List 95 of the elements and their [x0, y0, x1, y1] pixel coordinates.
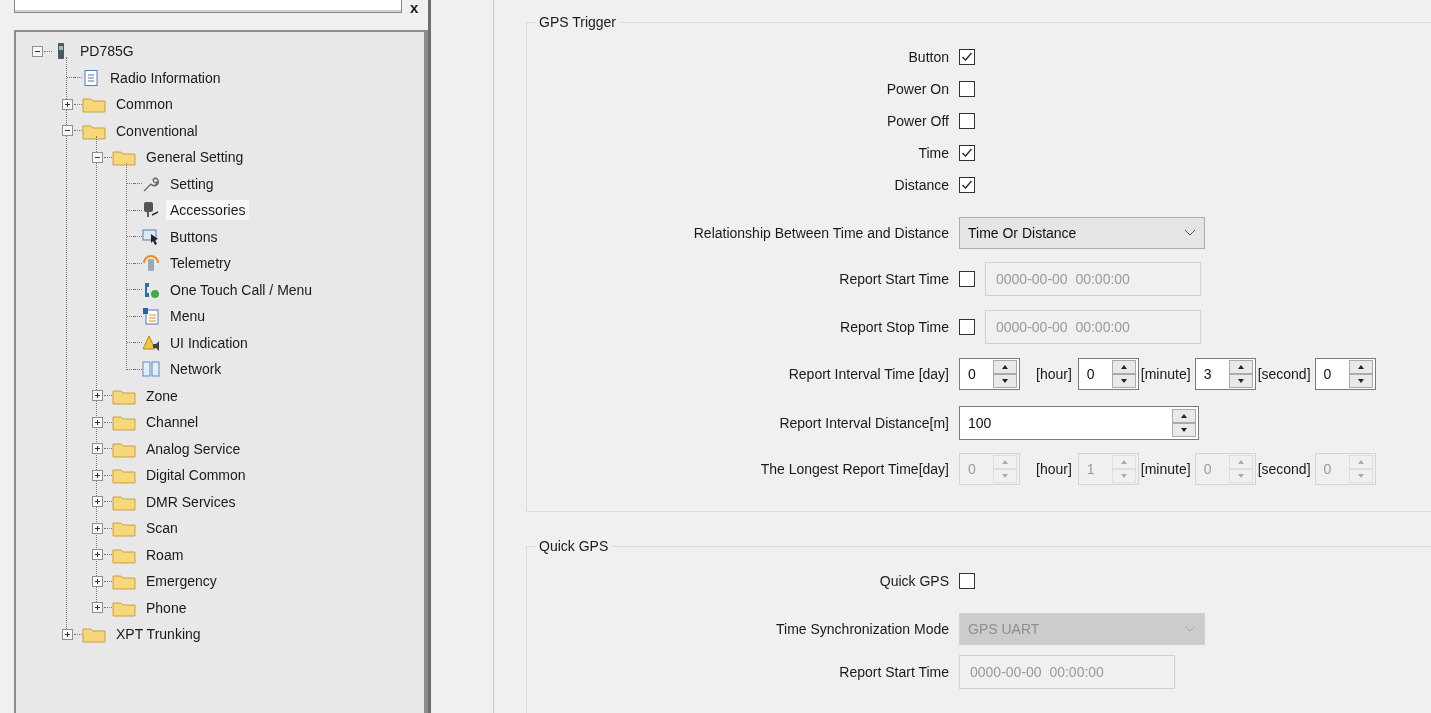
tree-item[interactable]: Scan	[142, 518, 182, 539]
chevron-icon	[1184, 625, 1196, 633]
tree-item[interactable]: Phone	[142, 597, 191, 618]
microphone-icon	[142, 201, 160, 220]
tree-item[interactable]: Network	[166, 359, 226, 380]
expand-toggle[interactable]	[91, 496, 103, 508]
tree-item[interactable]: Emergency	[142, 571, 221, 592]
checkbox[interactable]	[959, 81, 975, 97]
tree-item[interactable]: Zone	[142, 385, 182, 406]
expand-toggle[interactable]	[91, 469, 103, 481]
tree-item[interactable]: Conventional	[112, 120, 202, 141]
folder-icon	[112, 519, 136, 538]
unit-label: [hour]	[1036, 366, 1072, 382]
field-label: Report Stop Time	[839, 319, 950, 335]
spin-arrows[interactable]	[1111, 360, 1136, 388]
folder-icon	[112, 466, 136, 485]
tree-item[interactable]: Radio Information	[106, 67, 225, 88]
field-label: Quick GPS	[878, 573, 950, 589]
expand-toggle[interactable]	[91, 443, 103, 455]
field-label: Relationship Between Time and Distance	[692, 225, 950, 241]
field-label: Report Start Time	[838, 664, 950, 680]
tree-item[interactable]: Setting	[166, 173, 218, 194]
checkbox[interactable]	[959, 573, 975, 589]
number-spinner[interactable]: 100	[959, 406, 1199, 440]
field-label: Power Off	[886, 113, 950, 129]
cursor-icon	[142, 227, 160, 246]
number-spinner[interactable]: 3	[1194, 358, 1256, 390]
warning-icon	[142, 333, 160, 352]
tree-item[interactable]: Accessories	[166, 200, 250, 221]
checkbox[interactable]	[959, 49, 975, 65]
field-label: Distance	[893, 177, 950, 193]
group-title: GPS Trigger	[535, 14, 621, 30]
spin-arrows[interactable]	[1348, 360, 1373, 388]
dropdown[interactable]: Time Or Distance	[959, 217, 1205, 249]
field-label: Report Start Time	[838, 271, 950, 287]
field-label: Time	[917, 145, 950, 161]
folder-icon	[112, 572, 136, 591]
expand-toggle[interactable]	[91, 549, 103, 561]
checkbox[interactable]	[959, 177, 975, 193]
tree-item[interactable]: UI Indication	[166, 332, 252, 353]
number-spinner[interactable]: 0	[1077, 358, 1139, 390]
filter-field[interactable]	[14, 0, 402, 13]
unit-label: [second]	[1257, 366, 1311, 382]
tree-item[interactable]: DMR Services	[142, 491, 240, 512]
checkbox[interactable]	[959, 145, 975, 161]
tree-item[interactable]: Channel	[142, 412, 203, 433]
field-label: Time Synchronization Mode	[775, 621, 950, 637]
close-button[interactable]: x	[410, 2, 419, 14]
field-label: The Longest Report Time[day]	[759, 461, 950, 477]
folder-icon	[82, 95, 106, 114]
spin-arrows[interactable]	[993, 360, 1017, 388]
tree-item[interactable]: Buttons	[166, 226, 222, 247]
folder-icon	[82, 625, 106, 644]
menu-icon	[142, 307, 160, 326]
tree-item[interactable]: Menu	[166, 306, 210, 327]
expand-toggle[interactable]	[91, 522, 103, 534]
folder-icon	[112, 413, 136, 432]
field-label: Button	[907, 49, 950, 65]
tree-item[interactable]: Digital Common	[142, 465, 250, 486]
tree-item[interactable]: Common	[112, 94, 177, 115]
tree-item[interactable]: General Setting	[142, 147, 248, 168]
tree-item[interactable]: Roam	[142, 544, 188, 565]
field-label: Report Interval Distance[m]	[778, 415, 950, 431]
chevron-icon	[1184, 229, 1196, 237]
spin-arrows[interactable]	[1228, 360, 1253, 388]
tree-item[interactable]: One Touch Call / Menu	[166, 279, 317, 300]
tree-item[interactable]: XPT Trunking	[112, 624, 205, 645]
field-label: Power On	[885, 81, 950, 97]
unit-label: [hour]	[1036, 461, 1072, 477]
spin-arrows[interactable]	[1172, 409, 1196, 437]
phone-icon	[142, 280, 160, 299]
expand-toggle[interactable]	[91, 575, 103, 587]
expand-toggle[interactable]	[91, 602, 103, 614]
telemetry-icon	[142, 254, 160, 273]
unit-label: [minute]	[1140, 366, 1191, 382]
expand-toggle[interactable]	[61, 98, 73, 110]
collapse-toggle[interactable]	[91, 151, 103, 163]
number-spinner[interactable]: 0	[959, 358, 1020, 390]
number-spinner[interactable]: 0	[1314, 358, 1376, 390]
expand-toggle[interactable]	[61, 628, 73, 640]
collapse-toggle[interactable]	[61, 125, 73, 137]
tree-item[interactable]: Telemetry	[166, 253, 235, 274]
group-title: Quick GPS	[535, 538, 613, 554]
field-label: Report Interval Time [day]	[787, 366, 950, 382]
expand-toggle[interactable]	[91, 416, 103, 428]
tree-item[interactable]: Analog Service	[142, 438, 245, 459]
document-icon	[82, 68, 100, 87]
expand-toggle[interactable]	[91, 390, 103, 402]
checkbox[interactable]	[959, 113, 975, 129]
collapse-toggle[interactable]	[31, 45, 43, 57]
tree-item[interactable]: PD785G	[76, 41, 138, 62]
network-icon	[142, 360, 160, 379]
folder-icon	[112, 148, 136, 167]
unit-label: [second]	[1257, 461, 1311, 477]
unit-label: [minute]	[1140, 461, 1191, 477]
